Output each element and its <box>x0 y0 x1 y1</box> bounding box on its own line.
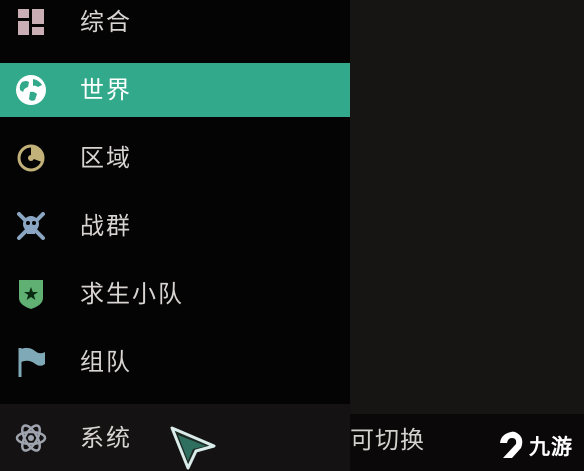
menu-label: 区域 <box>80 144 132 172</box>
radar-icon <box>13 140 49 176</box>
pointer-cursor-icon <box>170 426 216 470</box>
shield-star-icon <box>13 276 49 312</box>
menu-label: 世界 <box>80 76 132 104</box>
menu-label: 战群 <box>80 212 132 240</box>
channel-sidebar: 综合 世界 区域 战群 求生小队 组队 系统 <box>0 0 350 471</box>
skull-crossbones-icon <box>13 208 49 244</box>
menu-item-world[interactable]: 世界 <box>0 63 350 117</box>
flag-icon <box>13 344 49 380</box>
watermark: 九游 <box>495 426 584 466</box>
content-area <box>350 0 584 471</box>
dashboard-icon <box>13 4 49 40</box>
menu-item-clan[interactable]: 战群 <box>0 196 350 256</box>
menu-label: 系统 <box>80 423 132 452</box>
menu-item-survival-squad[interactable]: 求生小队 <box>0 264 350 324</box>
menu-label: 综合 <box>80 8 132 36</box>
hint-text: 可切换 <box>350 426 425 454</box>
jiuyou-logo-icon <box>500 431 523 458</box>
menu-label: 组队 <box>80 348 132 376</box>
menu-item-region[interactable]: 区域 <box>0 128 350 188</box>
menu-label: 求生小队 <box>80 280 184 308</box>
atom-icon <box>13 420 49 456</box>
menu-item-general[interactable]: 综合 <box>0 0 350 52</box>
globe-icon <box>13 72 49 108</box>
watermark-text: 九游 <box>529 435 573 459</box>
menu-item-team[interactable]: 组队 <box>0 332 350 392</box>
